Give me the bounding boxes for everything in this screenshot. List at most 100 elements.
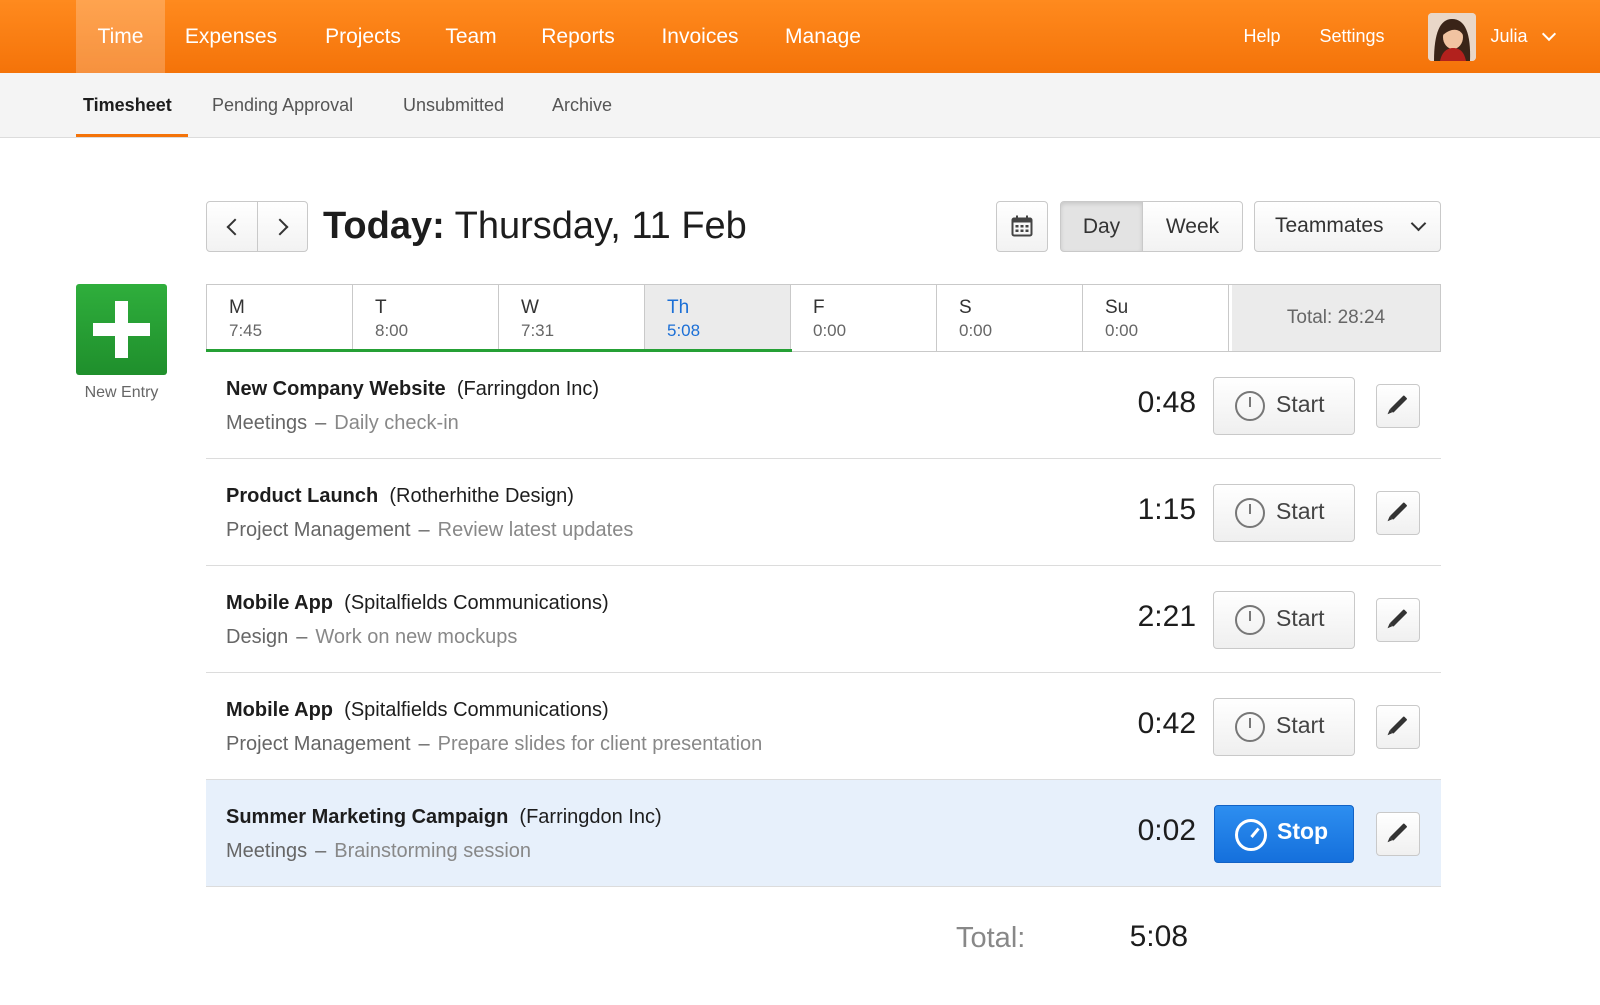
edit-entry-button[interactable]	[1376, 491, 1420, 535]
daily-total-label: Total:	[956, 922, 1026, 954]
daily-total-value: 5:08	[1129, 920, 1188, 953]
user-avatar-icon	[1428, 13, 1476, 61]
pencil-icon	[1389, 716, 1408, 734]
clock-icon	[1235, 391, 1265, 421]
entry-client: (Spitalfields Communications)	[344, 592, 609, 614]
nav-manage[interactable]: Manage	[770, 0, 876, 73]
prev-day-button[interactable]	[206, 201, 258, 252]
entry-project: Product Launch	[226, 485, 379, 507]
next-day-button[interactable]	[257, 201, 308, 252]
running-clock-icon	[1235, 819, 1267, 851]
entry-separator: –	[418, 519, 430, 541]
settings-link[interactable]: Settings	[1310, 0, 1394, 73]
user-menu[interactable]: Julia	[1484, 0, 1534, 73]
entry-client: (Farringdon Inc)	[456, 378, 600, 400]
nav-projects[interactable]: Projects	[309, 0, 417, 73]
nav-invoices[interactable]: Invoices	[648, 0, 752, 73]
help-link[interactable]: Help	[1236, 0, 1288, 73]
entry-task: Project Management	[226, 733, 411, 755]
entry-client: (Rotherhithe Design)	[389, 485, 574, 507]
day-friday[interactable]: F 0:00	[791, 285, 937, 351]
view-week-button[interactable]: Week	[1142, 201, 1243, 252]
top-nav: Time Expenses Projects Team Reports Invo…	[0, 0, 1600, 73]
day-thursday[interactable]: Th 5:08	[645, 285, 791, 351]
entry-task: Meetings	[226, 412, 308, 434]
nav-time[interactable]: Time	[76, 0, 165, 73]
active-tab-indicator	[76, 134, 188, 137]
entry-notes: Review latest updates	[437, 519, 634, 541]
chevron-right-icon	[271, 218, 289, 236]
entry-duration: 2:21	[1137, 600, 1196, 633]
clock-icon	[1235, 712, 1265, 742]
entry-notes: Daily check-in	[334, 412, 459, 434]
tab-unsubmitted[interactable]: Unsubmitted	[403, 73, 504, 137]
entry-duration: 1:15	[1137, 493, 1196, 526]
week-total: Total: 28:24	[1232, 285, 1440, 351]
nav-reports[interactable]: Reports	[526, 0, 630, 73]
edit-entry-button[interactable]	[1376, 812, 1420, 856]
start-timer-button[interactable]: Start	[1213, 698, 1355, 756]
page-title-date: Thursday, 11 Feb	[454, 205, 747, 247]
clock-icon	[1235, 498, 1265, 528]
new-entry-label: New Entry	[84, 384, 159, 401]
page-title-prefix: Today:	[323, 205, 445, 247]
pencil-icon	[1389, 823, 1408, 841]
day-monday[interactable]: M 7:45	[207, 285, 353, 351]
entry-task: Project Management	[226, 519, 411, 541]
stop-timer-button[interactable]: Stop	[1214, 805, 1354, 863]
entry-notes: Prepare slides for client presentation	[437, 733, 763, 755]
time-entry-row[interactable]: Product Launch (Rotherhithe Design) Proj…	[206, 459, 1441, 566]
entry-client: (Spitalfields Communications)	[344, 699, 609, 721]
day-saturday[interactable]: S 0:00	[937, 285, 1083, 351]
pencil-icon	[1389, 609, 1408, 627]
sub-nav: Timesheet Pending Approval Unsubmitted A…	[0, 73, 1600, 138]
teammates-dropdown[interactable]: Teammates	[1254, 201, 1441, 252]
calendar-button[interactable]	[996, 201, 1048, 252]
entry-project: Mobile App	[226, 592, 334, 614]
chevron-down-icon	[1541, 26, 1557, 42]
entry-separator: –	[315, 412, 327, 434]
teammates-label: Teammates	[1275, 214, 1384, 237]
new-entry-button[interactable]	[76, 284, 167, 375]
day-wednesday[interactable]: W 7:31	[499, 285, 645, 351]
view-day-button[interactable]: Day	[1060, 201, 1143, 252]
edit-entry-button[interactable]	[1376, 384, 1420, 428]
chevron-down-icon	[1410, 215, 1427, 232]
time-entry-row-running[interactable]: Summer Marketing Campaign (Farringdon In…	[206, 780, 1441, 887]
entry-separator: –	[418, 733, 430, 755]
entry-task: Meetings	[226, 840, 308, 862]
time-entry-row[interactable]: New Company Website (Farringdon Inc) Mee…	[206, 352, 1441, 459]
entry-project: Mobile App	[226, 699, 334, 721]
entry-separator: –	[296, 626, 308, 648]
entry-project: Summer Marketing Campaign	[226, 806, 509, 828]
nav-team[interactable]: Team	[434, 0, 508, 73]
tab-timesheet[interactable]: Timesheet	[83, 73, 172, 137]
start-timer-button[interactable]: Start	[1213, 591, 1355, 649]
pencil-icon	[1389, 395, 1408, 413]
clock-icon	[1235, 605, 1265, 635]
pencil-icon	[1389, 502, 1408, 520]
time-entry-row[interactable]: Mobile App (Spitalfields Communications)…	[206, 566, 1441, 673]
entry-notes: Brainstorming session	[334, 840, 532, 862]
entry-separator: –	[315, 840, 327, 862]
week-strip: M 7:45 T 8:00 W 7:31 Th 5:08 F 0:00 S 0:…	[206, 284, 1441, 352]
entry-client: (Farringdon Inc)	[519, 806, 662, 828]
edit-entry-button[interactable]	[1376, 598, 1420, 642]
entry-duration: 0:42	[1137, 707, 1196, 740]
calendar-icon	[1011, 215, 1033, 237]
entry-project: New Company Website	[226, 378, 446, 400]
day-sunday[interactable]: Su 0:00	[1083, 285, 1229, 351]
entry-task: Design	[226, 626, 289, 648]
tab-archive[interactable]: Archive	[552, 73, 612, 137]
entry-duration: 0:48	[1137, 386, 1196, 419]
edit-entry-button[interactable]	[1376, 705, 1420, 749]
tab-pending-approval[interactable]: Pending Approval	[212, 73, 353, 137]
day-tuesday[interactable]: T 8:00	[353, 285, 499, 351]
avatar[interactable]	[1428, 13, 1476, 61]
nav-expenses[interactable]: Expenses	[172, 0, 290, 73]
page-title: Today: Thursday, 11 Feb	[323, 200, 747, 252]
time-entry-row[interactable]: Mobile App (Spitalfields Communications)…	[206, 673, 1441, 780]
chevron-left-icon	[226, 218, 244, 236]
start-timer-button[interactable]: Start	[1213, 484, 1355, 542]
start-timer-button[interactable]: Start	[1213, 377, 1355, 435]
